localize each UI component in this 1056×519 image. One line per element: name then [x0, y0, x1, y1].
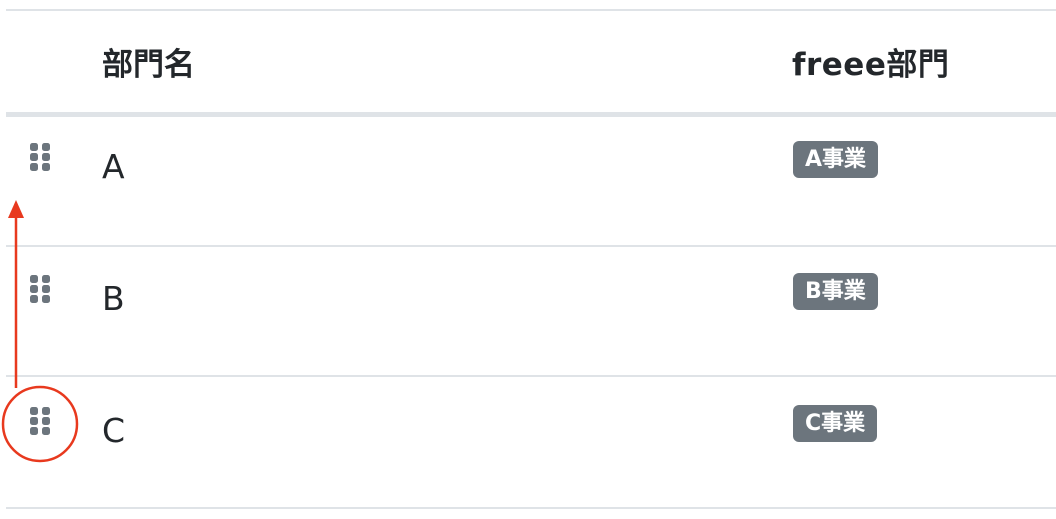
- department-name-cell: A: [102, 147, 125, 186]
- freee-department-badge: B事業: [793, 273, 878, 310]
- table-header-row: 部門名 freee部門: [6, 11, 1056, 112]
- column-header-freee-department[interactable]: freee部門: [792, 11, 949, 112]
- row-divider: [6, 375, 1056, 377]
- department-name-cell: B: [102, 279, 125, 318]
- column-header-department-name[interactable]: 部門名: [102, 11, 195, 112]
- drag-handle-icon[interactable]: [28, 273, 52, 305]
- freee-department-badge: C事業: [793, 405, 878, 442]
- drag-handle-icon[interactable]: [28, 141, 52, 173]
- freee-department-badge: A事業: [793, 141, 879, 178]
- table-row: A A事業: [6, 117, 1056, 247]
- drag-handle-icon[interactable]: [28, 405, 52, 437]
- table-row: B B事業: [6, 247, 1056, 377]
- row-divider: [6, 507, 1056, 509]
- department-name-cell: C: [102, 411, 126, 450]
- table-row: C C事業: [6, 379, 1056, 509]
